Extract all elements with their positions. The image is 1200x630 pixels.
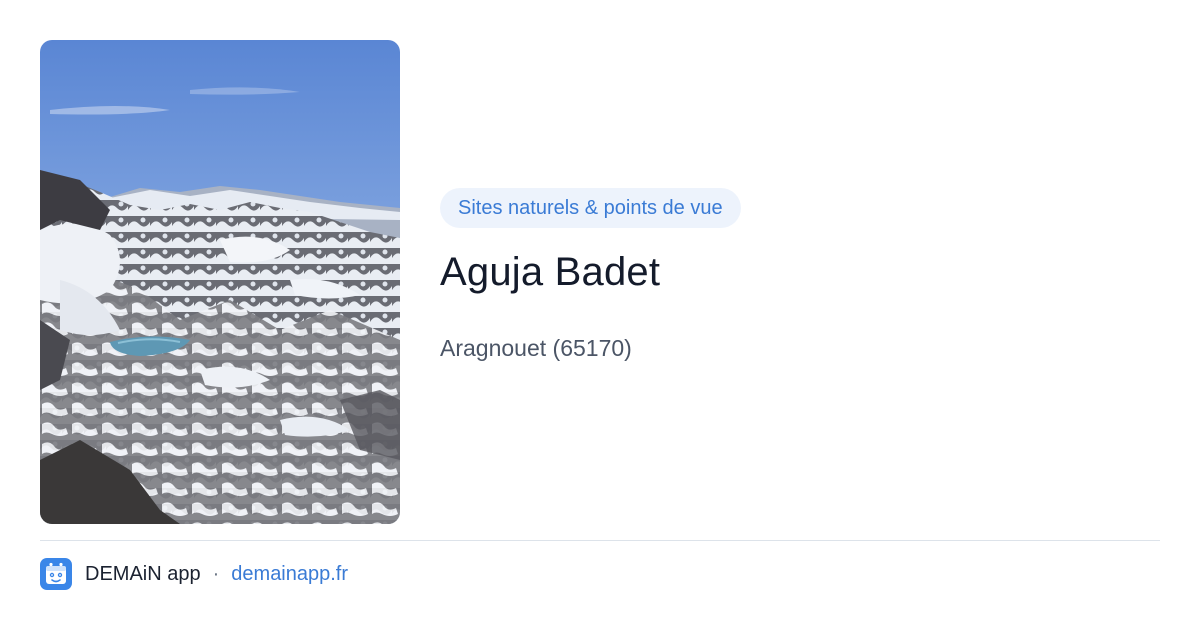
footer: DEMAiN app · demainapp.fr [40, 558, 348, 590]
footer-divider [40, 540, 1160, 541]
app-name: DEMAiN app [85, 562, 201, 585]
place-card: Sites naturels & points de vue Aguja Bad… [0, 0, 1200, 630]
mountain-landscape-image [40, 40, 400, 524]
place-title: Aguja Badet [440, 250, 661, 294]
place-photo [40, 40, 400, 524]
place-info: Sites naturels & points de vue Aguja Bad… [440, 188, 1140, 362]
place-location: Aragnouet (65170) [440, 335, 632, 361]
app-website-link[interactable]: demainapp.fr [231, 563, 348, 586]
footer-separator: · [212, 562, 220, 585]
category-badge[interactable]: Sites naturels & points de vue [440, 188, 741, 228]
demain-app-logo-icon [40, 558, 72, 590]
